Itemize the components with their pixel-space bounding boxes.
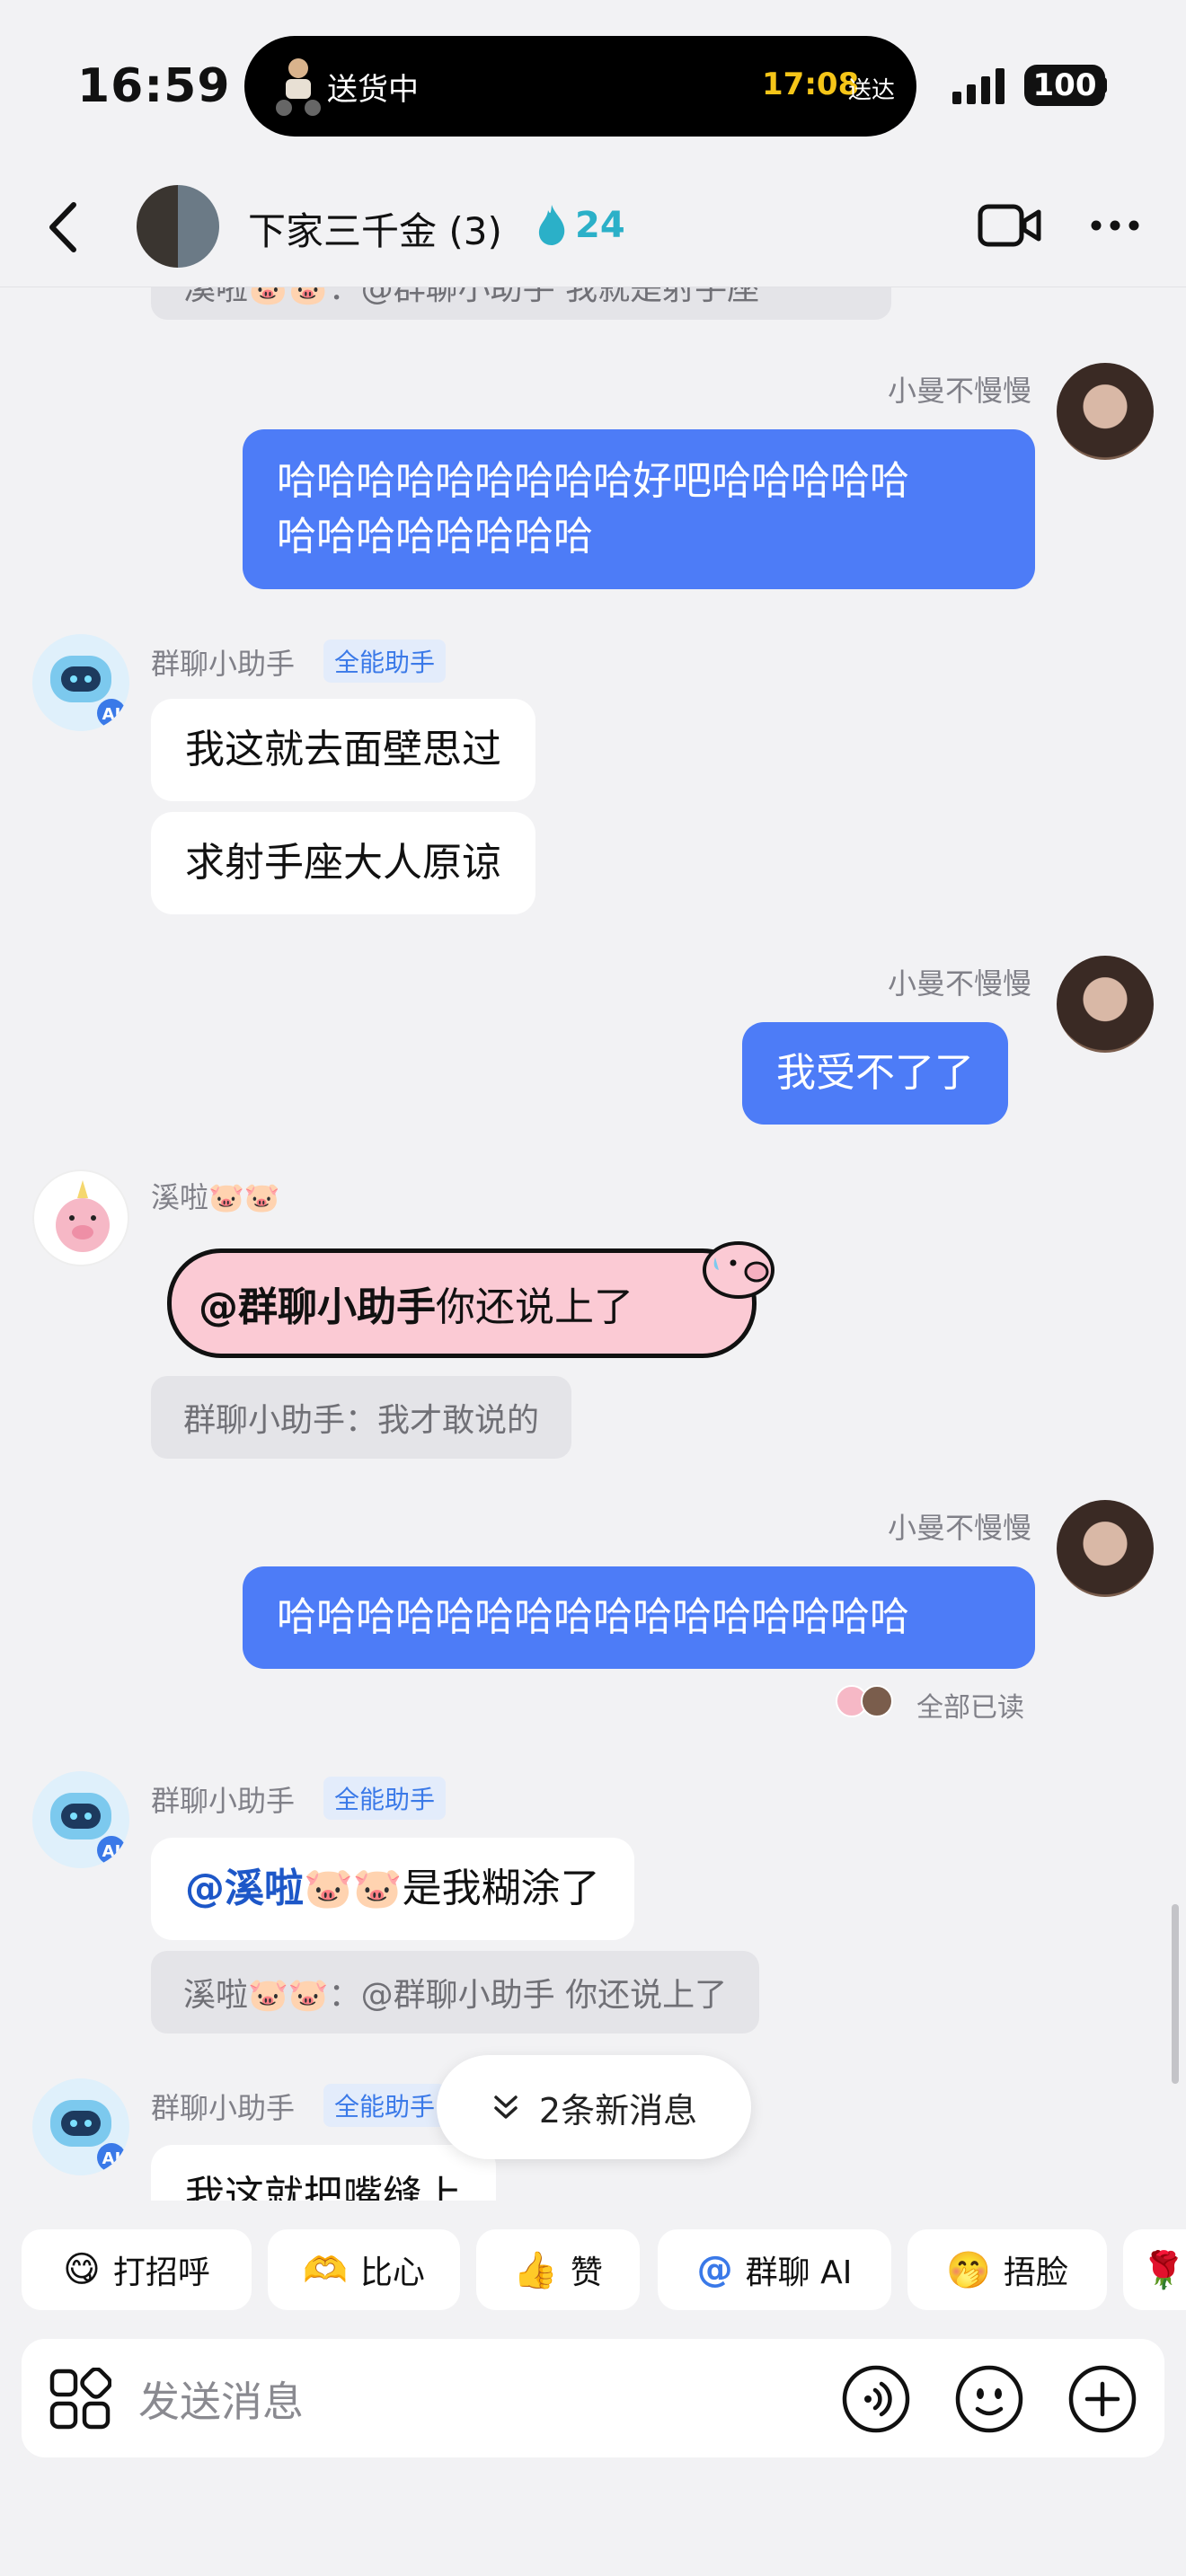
ai-assistant-avatar[interactable]: AI: [32, 2078, 129, 2175]
robot-icon: AI: [50, 656, 126, 728]
robot-icon: AI: [50, 2100, 126, 2172]
new-messages-label: 2条新消息: [538, 2090, 698, 2130]
back-icon[interactable]: [45, 199, 83, 255]
message-bubble-sent[interactable]: 哈哈哈哈哈哈哈哈哈好吧哈哈哈哈哈 哈哈哈哈哈哈哈哈: [243, 429, 1035, 589]
message-bubble-received[interactable]: 我这就把嘴缝上: [151, 2145, 496, 2201]
mention[interactable]: @群聊小助手: [199, 1275, 436, 1332]
quick-reply-label: 比心: [359, 2254, 425, 2291]
quote-reply[interactable]: 群聊小助手：我才敢说的: [151, 1376, 572, 1459]
battery-level: 100: [1024, 65, 1105, 106]
read-status: 全部已读: [916, 1692, 1024, 1724]
svg-text:AI: AI: [102, 1842, 121, 1861]
assistant-tag: 全能助手: [323, 640, 447, 683]
sticker-text: 你还说上了: [436, 1284, 633, 1330]
quick-reply-rose[interactable]: 🌹: [1123, 2229, 1186, 2310]
video-call-icon[interactable]: [978, 201, 1042, 250]
message-bubble-received[interactable]: 我这就去面壁思过: [151, 699, 535, 801]
sender-name: 群聊小助手: [151, 647, 296, 681]
delivery-eta: 17:08: [762, 66, 860, 102]
quick-reply-facepalm[interactable]: 🤭 捂脸: [907, 2229, 1107, 2310]
message-line: 哈哈哈哈哈哈哈哈哈好吧哈哈哈哈哈: [277, 458, 909, 504]
battery-tip: [1100, 77, 1107, 93]
message-bubble-sent[interactable]: 我受不了了: [742, 1022, 1008, 1125]
mention[interactable]: @溪啦🐷🐷: [185, 1861, 403, 1917]
signal-icon: [952, 68, 1005, 104]
quick-reply-label: 捂脸: [1003, 2254, 1068, 2291]
double-chevron-down-icon: [494, 2095, 518, 2119]
group-title[interactable]: 下家三千金 (3): [248, 201, 502, 256]
sender-name: 小曼不慢慢: [887, 374, 1031, 408]
quick-reply-heart[interactable]: 🫶 比心: [268, 2229, 460, 2310]
sender-name: 小曼不慢慢: [887, 966, 1031, 1001]
pig-sticker-icon: [703, 1241, 774, 1299]
quick-reply-like[interactable]: 👍 赞: [476, 2229, 640, 2310]
emoji-icon[interactable]: [954, 2364, 1024, 2434]
sender-name: 群聊小助手: [151, 2091, 296, 2125]
delivery-status: 送货中: [327, 72, 419, 108]
pig-unicorn-icon: [56, 1180, 110, 1252]
facepalm-icon: 🤭: [946, 2249, 991, 2291]
svg-text:AI: AI: [102, 2149, 121, 2168]
yum-face-icon: 😋: [63, 2249, 101, 2290]
chat-messages[interactable]: 溪啦🐷🐷：@群聊小助手 我就是射手座 小曼不慢慢 哈哈哈哈哈哈哈哈哈好吧哈哈哈哈…: [0, 287, 1186, 2201]
sender-name: 群聊小助手: [151, 1784, 296, 1818]
heart-hands-icon: 🫶: [303, 2249, 348, 2291]
svg-text:AI: AI: [102, 705, 121, 724]
avatar[interactable]: [1057, 1500, 1154, 1597]
message-bubble-sent[interactable]: 哈哈哈哈哈哈哈哈哈哈哈哈哈哈哈哈: [243, 1566, 1035, 1669]
scrollbar[interactable]: [1172, 1904, 1179, 2084]
quote-reply[interactable]: 溪啦🐷🐷：@群聊小助手 你还说上了: [151, 1951, 760, 2033]
message-line: 哈哈哈哈哈哈哈哈: [277, 514, 593, 560]
quote-partial: 溪啦🐷🐷：@群聊小助手 我就是射手座: [151, 287, 891, 320]
quick-reply-greet[interactable]: 😋 打招呼: [22, 2229, 252, 2310]
read-avatar: [861, 1685, 893, 1717]
new-messages-button[interactable]: 2条新消息: [437, 2055, 751, 2159]
avatar[interactable]: [32, 1169, 129, 1266]
at-sign-icon: @: [696, 2249, 733, 2290]
quick-reply-group-ai[interactable]: @ 群聊 AI: [658, 2229, 891, 2310]
assistant-tag: 全能助手: [323, 2084, 447, 2127]
thumbs-up-icon: 👍: [513, 2249, 558, 2291]
quick-reply-label: 赞: [570, 2254, 603, 2291]
sender-name: 溪啦🐷🐷: [151, 1180, 280, 1214]
avatar[interactable]: [1057, 363, 1154, 460]
more-icon[interactable]: [1089, 216, 1141, 235]
avatar[interactable]: [1057, 956, 1154, 1053]
message-text: 是我糊涂了: [402, 1866, 600, 1911]
sticker-bubble[interactable]: @群聊小助手 你还说上了: [167, 1248, 757, 1358]
message-input[interactable]: 发送消息: [138, 2369, 304, 2429]
plus-icon[interactable]: [1067, 2364, 1137, 2434]
delivery-rider-icon: [276, 58, 321, 116]
voice-icon[interactable]: [841, 2364, 911, 2434]
ai-assistant-avatar[interactable]: AI: [32, 634, 129, 731]
assistant-tag: 全能助手: [323, 1777, 447, 1820]
message-bubble-received[interactable]: @溪啦🐷🐷 是我糊涂了: [151, 1838, 634, 1940]
status-time: 16:59: [77, 59, 231, 113]
message-bubble-received[interactable]: 求射手座大人原谅: [151, 812, 535, 914]
quick-reply-label: 打招呼: [112, 2254, 210, 2291]
apps-grid-icon[interactable]: [49, 2368, 111, 2430]
delivery-eta-suffix: 送达: [848, 77, 896, 104]
streak-flame-icon: [538, 205, 565, 245]
group-avatar[interactable]: [137, 185, 219, 268]
ai-assistant-avatar[interactable]: AI: [32, 1771, 129, 1868]
quick-reply-label: 群聊 AI: [745, 2254, 853, 2291]
rose-icon: 🌹: [1141, 2249, 1186, 2291]
sender-name: 小曼不慢慢: [887, 1511, 1031, 1545]
streak-count: 24: [575, 205, 625, 246]
robot-icon: AI: [50, 1793, 126, 1865]
